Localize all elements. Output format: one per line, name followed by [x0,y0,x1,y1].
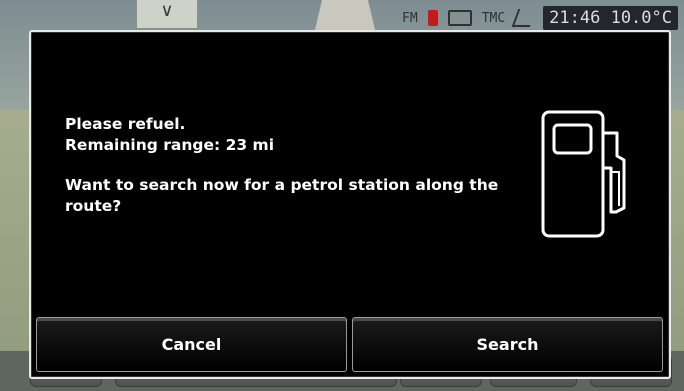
chevron-down-icon[interactable]: ∨ [136,0,198,29]
fuel-pump-icon [541,110,626,238]
search-question: Want to search now for a petrol station … [65,176,499,215]
cancel-button[interactable]: Cancel [36,317,347,372]
search-button[interactable]: Search [352,317,663,372]
refuel-line: Please refuel. [65,115,186,133]
fm-indicator: FM [402,10,418,26]
refuel-dialog: Please refuel. Remaining range: 23 mi Wa… [29,30,671,379]
dialog-message: Please refuel. Remaining range: 23 mi Wa… [65,114,535,216]
tmc-indicator: TMC [481,10,506,26]
clock-temperature: 21:46 10.0°C [543,6,678,30]
battery-icon [447,10,472,26]
status-bar: FM TMC 21:46 10.0°C [402,6,678,30]
remaining-range-line: Remaining range: 23 mi [65,135,275,154]
gps-icon [511,9,537,27]
fuel-warning-icon [427,10,438,26]
